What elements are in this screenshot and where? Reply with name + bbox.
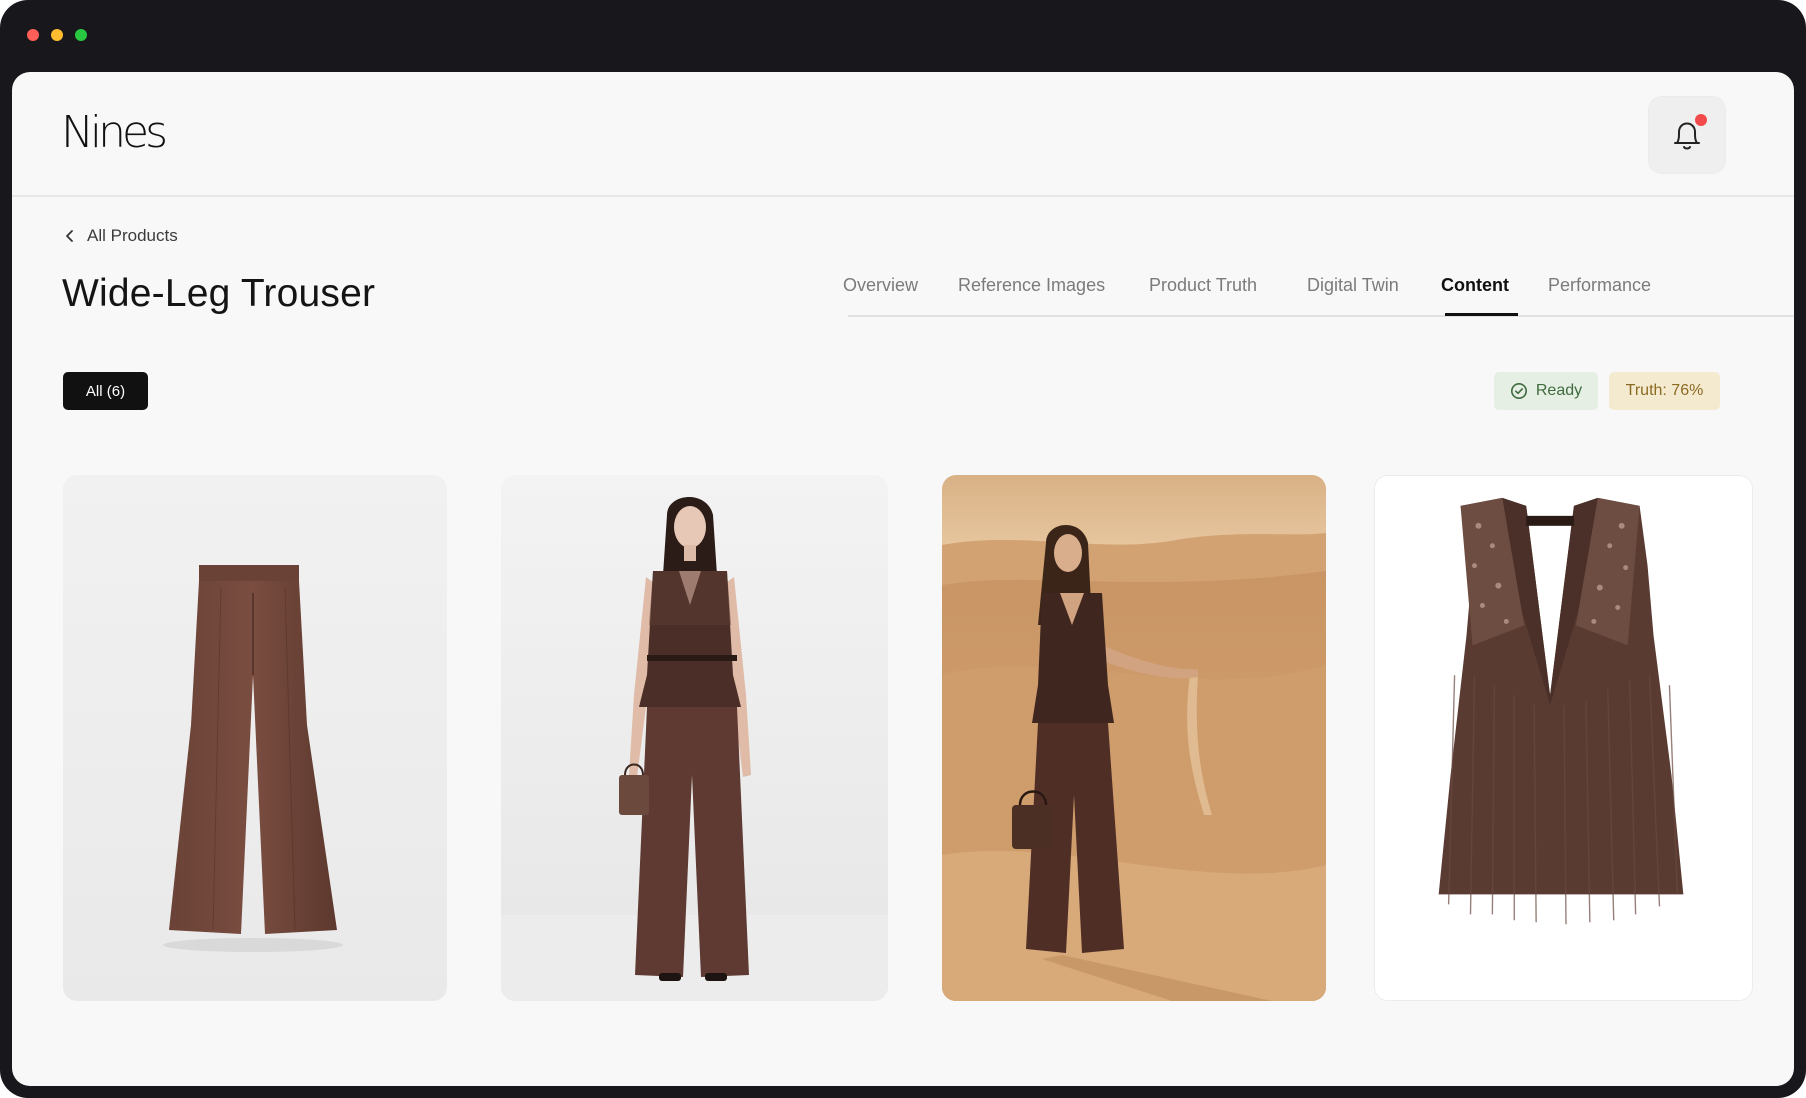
gallery-item-desert-model[interactable] xyxy=(942,475,1326,1001)
truth-score-badge: Truth: 76% xyxy=(1609,372,1720,410)
minimize-window-icon[interactable] xyxy=(51,29,63,41)
gallery-item-feather-vest[interactable] xyxy=(1374,475,1753,1001)
feather-vest-product-image xyxy=(1375,476,1752,1000)
app-window: Nines All Products Wide-Leg Trouser Over… xyxy=(12,72,1794,1086)
breadcrumb-label: All Products xyxy=(87,226,178,245)
tab-product-truth[interactable]: Product Truth xyxy=(1149,275,1257,296)
status-ready-label: Ready xyxy=(1535,382,1583,399)
tab-reference-images[interactable]: Reference Images xyxy=(958,275,1105,296)
app-frame: Nines All Products Wide-Leg Trouser Over… xyxy=(0,0,1806,1098)
page-title: Wide-Leg Trouser xyxy=(62,272,376,315)
tab-digital-twin[interactable]: Digital Twin xyxy=(1307,275,1399,296)
top-bar: Nines xyxy=(12,72,1794,197)
status-ready-badge: Ready xyxy=(1494,372,1598,410)
filter-all-button[interactable]: All (6) xyxy=(63,372,148,410)
notification-dot xyxy=(1695,114,1707,126)
gallery-item-trouser[interactable] xyxy=(63,475,447,1001)
chevron-left-icon xyxy=(66,230,73,242)
tab-performance[interactable]: Performance xyxy=(1548,275,1651,296)
gallery-item-studio-model[interactable] xyxy=(501,475,888,1001)
tab-content[interactable]: Content xyxy=(1441,275,1509,296)
studio-model-image xyxy=(501,475,888,1001)
active-tab-indicator xyxy=(1445,313,1518,316)
brand-logo[interactable]: Nines xyxy=(61,107,168,158)
desert-model-image xyxy=(942,475,1326,1001)
breadcrumb[interactable]: All Products xyxy=(65,226,178,246)
close-window-icon[interactable] xyxy=(27,29,39,41)
maximize-window-icon[interactable] xyxy=(75,29,87,41)
tab-overview[interactable]: Overview xyxy=(843,275,918,296)
trouser-product-image xyxy=(63,475,447,1001)
notifications-button[interactable] xyxy=(1648,96,1726,174)
tabs-divider xyxy=(848,315,1794,317)
check-circle-icon xyxy=(1510,383,1527,399)
window-controls xyxy=(27,29,87,41)
